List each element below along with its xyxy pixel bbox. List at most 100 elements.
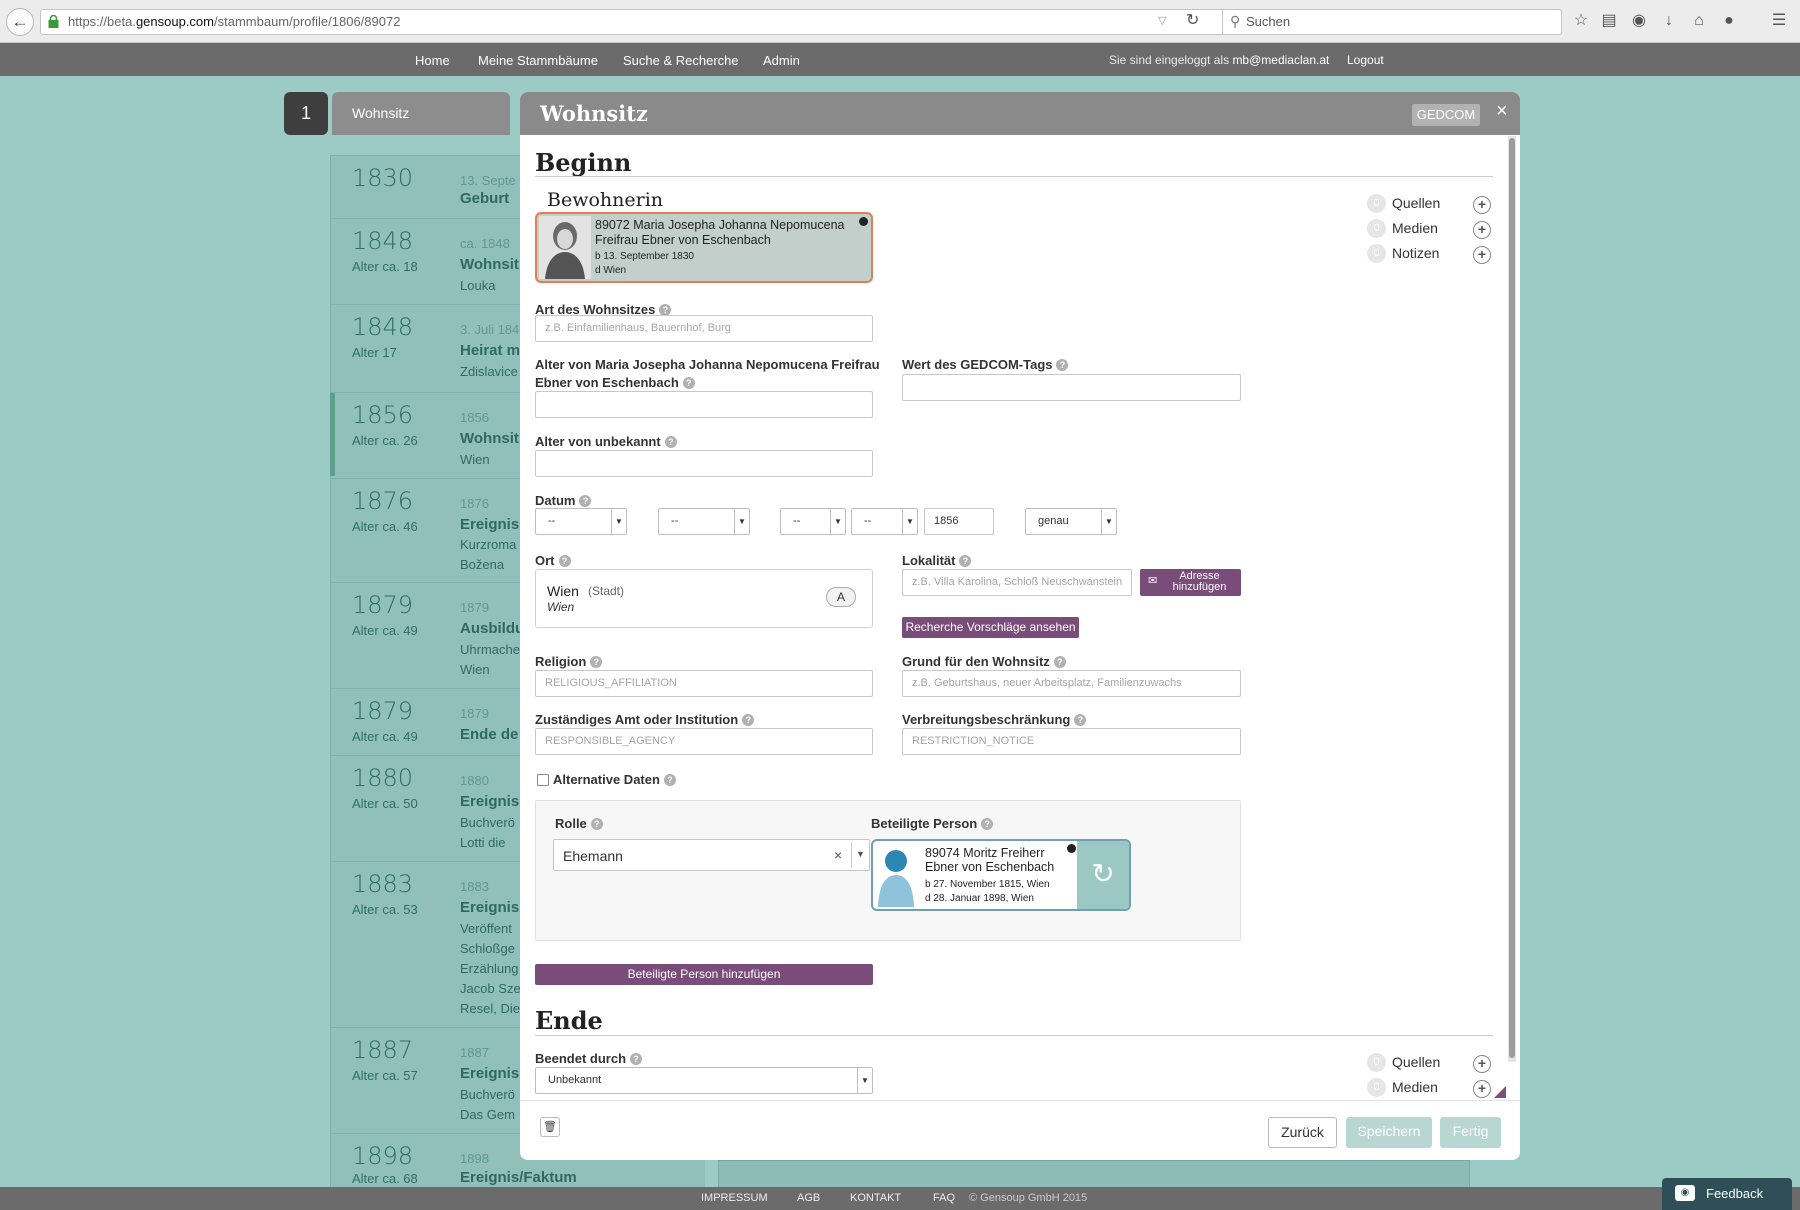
add-medium-icon[interactable]: +	[1473, 1080, 1491, 1098]
chevron-down-icon[interactable]: ▼	[856, 849, 865, 859]
beendet-durch-select[interactable]: Unbekannt ▼	[535, 1067, 873, 1094]
pocket-icon[interactable]: ◉	[1628, 10, 1650, 32]
beteiligte-person-card[interactable]: 89074 Moritz Freiherr Ebner von Eschenba…	[871, 839, 1131, 911]
nav-suche-recherche[interactable]: Suche & Recherche	[623, 53, 739, 68]
datum-precision-select[interactable]: genau ▼	[1025, 508, 1117, 535]
alternative-daten-checkbox[interactable]	[537, 774, 549, 786]
beteiligte-person-birth: b 27. November 1815, Wien	[925, 879, 1050, 890]
resize-handle[interactable]	[1494, 1086, 1506, 1098]
timeline-year: 1830	[352, 164, 414, 192]
help-icon[interactable]: ?	[558, 555, 571, 567]
help-icon[interactable]: ?	[742, 714, 755, 726]
ort-a-button[interactable]: A	[826, 587, 856, 607]
medien-link[interactable]: Medien	[1392, 220, 1438, 236]
chevron-down-icon: ▼	[857, 1068, 872, 1093]
timeline-detail: Wien	[460, 452, 490, 467]
alter-person-input[interactable]	[535, 391, 873, 418]
timeline-detail: Veröffent	[460, 921, 512, 936]
help-icon[interactable]: ?	[1056, 359, 1069, 371]
help-icon[interactable]: ?	[590, 656, 603, 668]
adresse-hinzufuegen-button[interactable]: ✉ Adresse hinzufügen	[1140, 569, 1241, 596]
timeline-detail: Kurzroma	[460, 537, 517, 552]
zurueck-button[interactable]: Zurück	[1268, 1117, 1337, 1148]
footer-faq-link[interactable]: FAQ	[933, 1192, 955, 1204]
speichern-button[interactable]: Speichern	[1346, 1117, 1432, 1148]
home-icon[interactable]: ⌂	[1688, 10, 1710, 32]
logout-link[interactable]: Logout	[1347, 53, 1384, 67]
art-input[interactable]: z.B. Einfamilienhaus, Bauernhof, Burg	[535, 315, 873, 342]
nav-home[interactable]: Home	[415, 53, 450, 68]
datum-day-select[interactable]: -- ▼	[535, 508, 627, 535]
bookmark-star-icon[interactable]: ☆	[1570, 10, 1592, 32]
timeline-detail: Das Gem	[460, 1107, 515, 1122]
beteiligte-person-name: 89074 Moritz Freiherr Ebner von Eschenba…	[925, 846, 1055, 874]
reload-icon[interactable]: ↻	[1186, 10, 1199, 30]
reading-list-icon[interactable]: ▤	[1598, 10, 1620, 32]
bewohnerin-person-card[interactable]: 89072 Maria Josepha Johanna Nepomucena F…	[535, 212, 873, 283]
ort-selected-place[interactable]: Wien (Stadt) Wien A	[535, 569, 873, 628]
clear-icon[interactable]: ×	[834, 847, 842, 863]
modal-scrollbar-thumb[interactable]	[1509, 138, 1515, 1058]
ende-medien-link[interactable]: Medien	[1392, 1079, 1438, 1095]
menu-icon[interactable]: ☰	[1768, 10, 1790, 32]
datum-year-input[interactable]: 1856	[924, 508, 994, 535]
browser-back-button[interactable]: ←	[6, 8, 34, 36]
nav-admin[interactable]: Admin	[763, 53, 800, 68]
footer-agb-link[interactable]: AGB	[797, 1192, 820, 1204]
help-icon[interactable]: ?	[664, 436, 677, 448]
timeline-title: Ereignis/Faktum	[460, 1169, 577, 1186]
lokalitaet-label: Lokalität?	[902, 553, 972, 568]
alter-unbekannt-input[interactable]	[535, 450, 873, 477]
timeline-date: 1879	[460, 600, 489, 615]
select-divider	[851, 842, 852, 868]
close-icon[interactable]: ×	[1496, 100, 1508, 123]
add-quelle-icon[interactable]: +	[1473, 1055, 1491, 1073]
chevron-down-icon: ▼	[1101, 509, 1116, 534]
ende-quellen-link[interactable]: Quellen	[1392, 1054, 1440, 1070]
nav-meine-stammbaeume[interactable]: Meine Stammbäume	[478, 53, 598, 68]
footer-impressum-link[interactable]: IMPRESSUM	[701, 1192, 768, 1204]
timeline-title: Geburt	[460, 190, 510, 207]
help-icon[interactable]: ?	[959, 555, 972, 567]
gedcom-tag-input[interactable]	[902, 374, 1241, 401]
alternative-daten-label[interactable]: Alternative Daten?	[553, 772, 676, 787]
gedcom-button[interactable]: GEDCOM	[1412, 104, 1480, 126]
help-icon[interactable]: ?	[663, 774, 676, 786]
recherche-vorschlaege-button[interactable]: Recherche Vorschläge ansehen	[902, 617, 1079, 638]
datum-month-select[interactable]: -- ▼	[658, 508, 750, 535]
download-icon[interactable]: ↓	[1658, 10, 1680, 32]
help-icon[interactable]: ?	[1053, 656, 1066, 668]
chat-icon[interactable]: ●	[1718, 10, 1740, 32]
amt-input[interactable]: RESPONSIBLE_AGENCY	[535, 728, 873, 755]
help-icon[interactable]: ?	[682, 377, 695, 389]
trash-icon[interactable]: 🗑	[540, 1117, 560, 1137]
step-number-badge: 1	[284, 92, 328, 135]
help-icon[interactable]: ?	[1074, 714, 1087, 726]
quellen-link[interactable]: Quellen	[1392, 195, 1440, 211]
timeline-date: 13. Septe	[460, 173, 516, 188]
add-notiz-icon[interactable]: +	[1473, 246, 1491, 264]
religion-input[interactable]: RELIGIOUS_AFFILIATION	[535, 670, 873, 697]
footer-kontakt-link[interactable]: KONTAKT	[850, 1192, 901, 1204]
add-quelle-icon[interactable]: +	[1473, 196, 1491, 214]
datum-range-select-a[interactable]: -- ▼	[780, 508, 846, 535]
lokalitaet-input[interactable]: z.B. Villa Karolina, Schloß Neuschwanste…	[902, 569, 1132, 596]
swap-person-icon[interactable]: ↻	[1077, 841, 1129, 909]
datum-range-select-b[interactable]: -- ▼	[851, 508, 918, 535]
verbreitung-input[interactable]: RESTRICTION_NOTICE	[902, 728, 1241, 755]
timeline-title: Wohnsit	[460, 430, 519, 447]
portrait-image	[539, 216, 591, 279]
add-medium-icon[interactable]: +	[1473, 221, 1491, 239]
help-icon[interactable]: ?	[579, 495, 592, 507]
step-tab-wohnsitz[interactable]: Wohnsitz	[332, 92, 510, 135]
grund-input[interactable]: z.B. Geburtshaus, neuer Arbeitsplatz, Fa…	[902, 670, 1241, 697]
notizen-link[interactable]: Notizen	[1392, 245, 1439, 261]
rolle-select[interactable]: Ehemann × ▼	[553, 839, 870, 871]
beteiligte-person-hinzufuegen-button[interactable]: Beteiligte Person hinzufügen	[535, 964, 873, 985]
help-icon[interactable]: ?	[590, 818, 603, 830]
help-icon[interactable]: ?	[981, 818, 994, 830]
fertig-button[interactable]: Fertig	[1440, 1117, 1501, 1148]
url-dropdown-icon[interactable]: ▽	[1158, 14, 1166, 27]
help-icon[interactable]: ?	[630, 1053, 643, 1065]
bewohnerin-label: Bewohnerin	[547, 189, 664, 211]
